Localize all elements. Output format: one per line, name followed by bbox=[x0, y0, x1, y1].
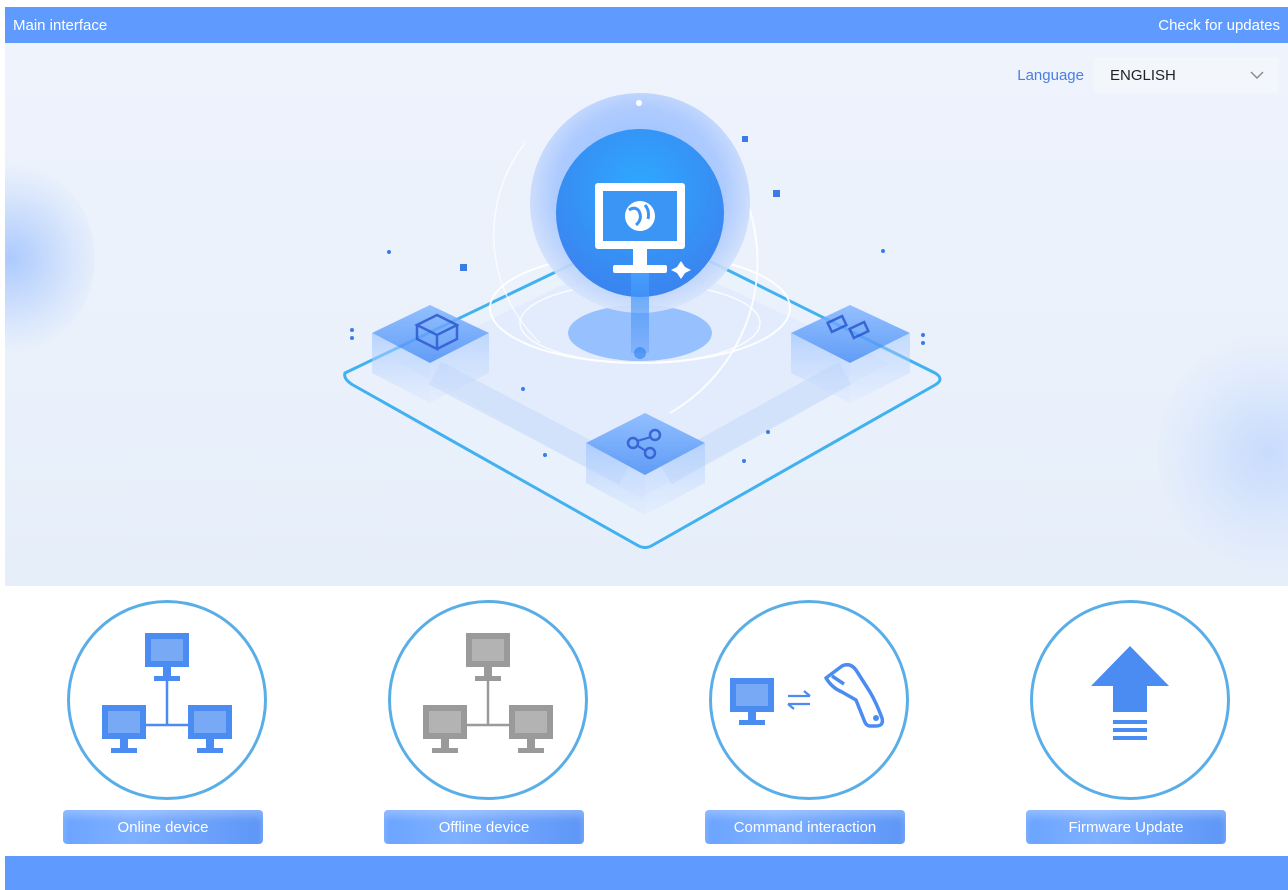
title-bar: Main interface Check for updates bbox=[5, 7, 1288, 43]
tile-offline-device: Offline device bbox=[382, 600, 592, 850]
footer-bar bbox=[5, 856, 1288, 890]
offline-device-circle[interactable] bbox=[388, 600, 588, 800]
online-device-button[interactable]: Online device bbox=[63, 810, 263, 844]
tile-firmware-update: Firmware Update bbox=[1024, 600, 1234, 850]
hero-banner: Language ENGLISH bbox=[5, 43, 1288, 586]
check-for-updates-link[interactable]: Check for updates bbox=[1158, 17, 1280, 34]
tile-command-interaction: Command interaction bbox=[703, 600, 913, 850]
tile-online-device: Online device bbox=[61, 600, 271, 850]
language-control: Language ENGLISH bbox=[1017, 57, 1278, 93]
pc-scanner-exchange-icon bbox=[730, 662, 885, 728]
feature-tiles: Online device Offline device Command int… bbox=[5, 586, 1288, 856]
command-interaction-circle[interactable] bbox=[709, 600, 909, 800]
online-device-circle[interactable] bbox=[67, 600, 267, 800]
offline-device-button[interactable]: Offline device bbox=[384, 810, 584, 844]
language-selected-value: ENGLISH bbox=[1110, 66, 1176, 84]
window-title: Main interface bbox=[13, 16, 108, 34]
network-illustration bbox=[343, 93, 942, 549]
upload-arrow-icon bbox=[1091, 646, 1169, 740]
firmware-update-circle[interactable] bbox=[1030, 600, 1230, 800]
firmware-update-button[interactable]: Firmware Update bbox=[1026, 810, 1226, 844]
online-network-icon bbox=[102, 633, 232, 753]
chevron-down-icon bbox=[1250, 71, 1264, 79]
offline-network-icon bbox=[423, 633, 553, 753]
language-label: Language bbox=[1017, 66, 1084, 84]
language-select[interactable]: ENGLISH bbox=[1094, 57, 1278, 93]
command-interaction-button[interactable]: Command interaction bbox=[705, 810, 905, 844]
